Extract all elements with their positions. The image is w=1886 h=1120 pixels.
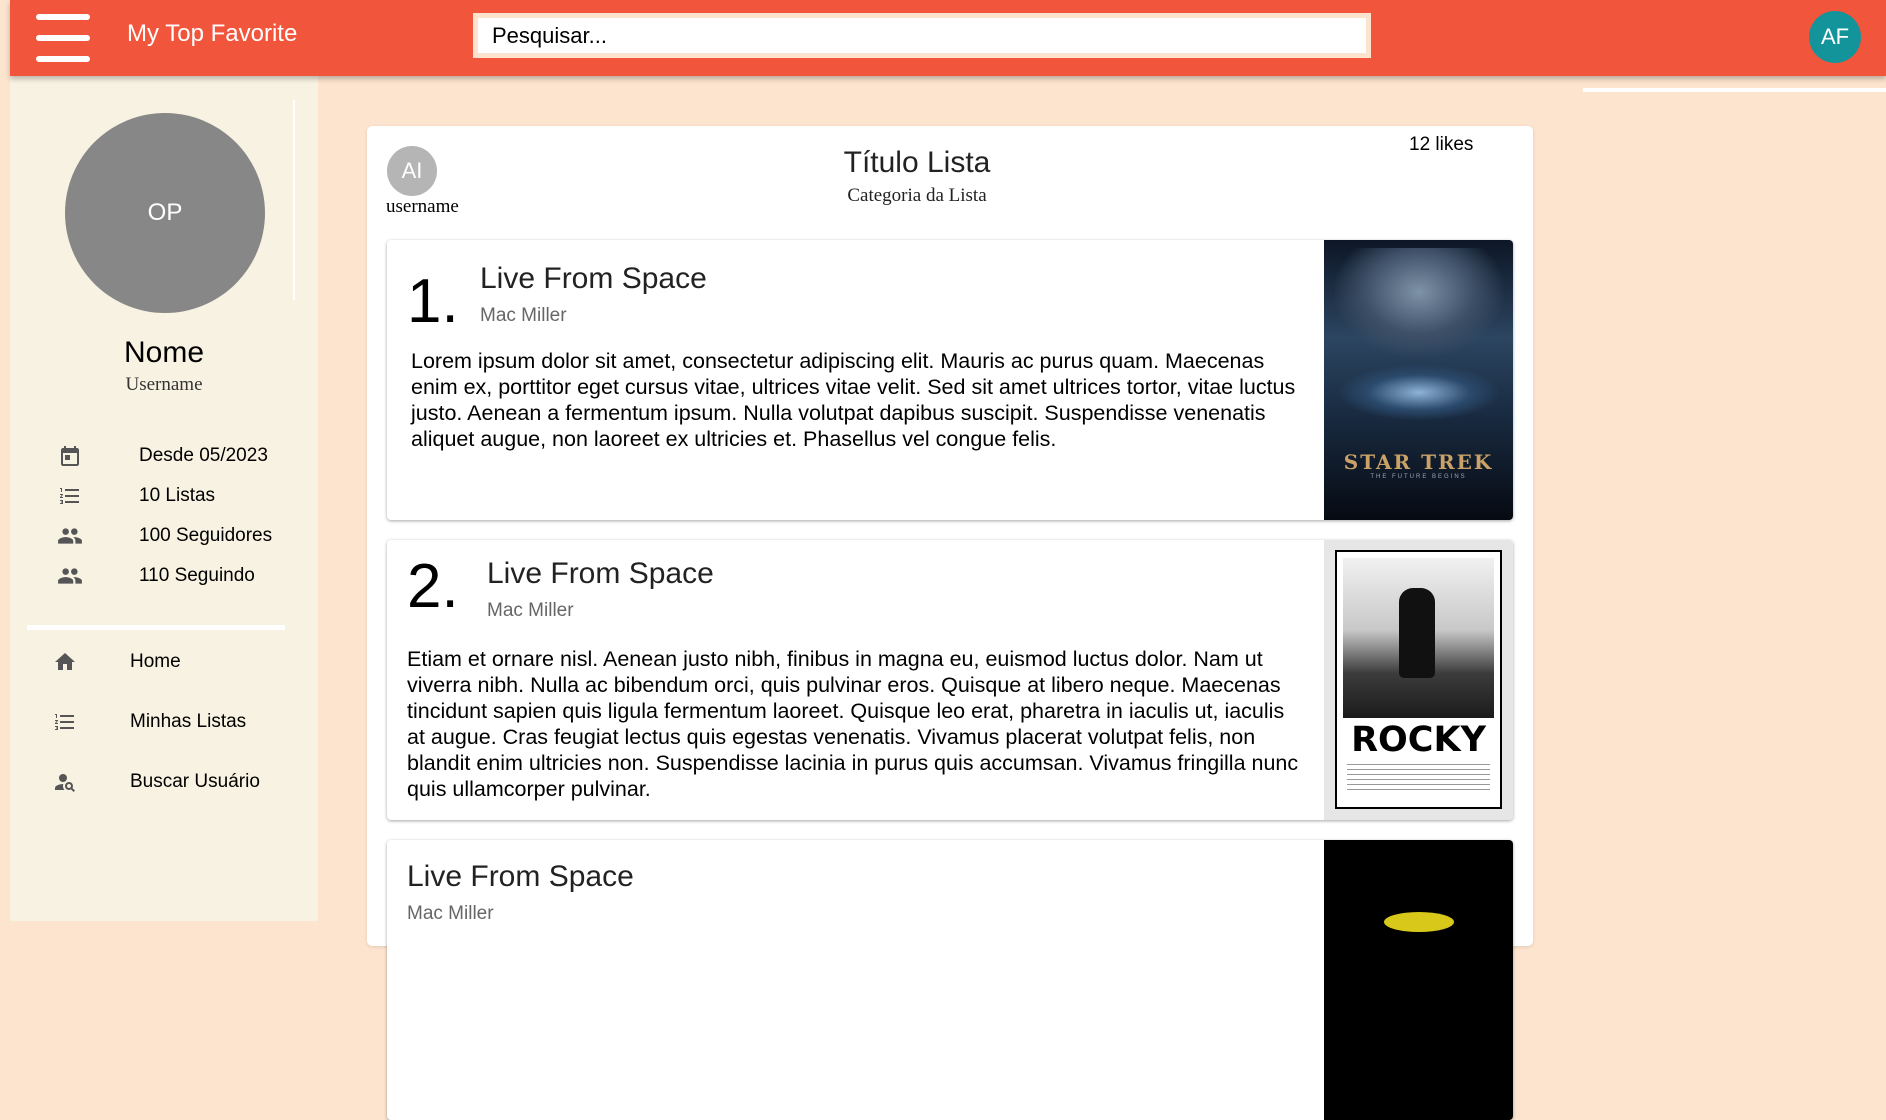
calendar-icon (55, 441, 85, 471)
people-icon (55, 561, 85, 591)
poster-figure (1399, 588, 1435, 678)
stat-label: Desde 05/2023 (139, 445, 268, 466)
stat-following: 110 Seguindo (55, 561, 255, 591)
home-icon (50, 647, 80, 677)
nav-item-home[interactable]: Home (50, 642, 310, 682)
nav-item-search-user[interactable]: Buscar Usuário (50, 762, 310, 802)
app-title[interactable]: My Top Favorite (127, 20, 297, 48)
item-artist: Mac Miller (407, 903, 494, 924)
poster-frame: ROCKY (1335, 550, 1502, 809)
stat-followers: 100 Seguidores (55, 521, 272, 551)
divider (293, 100, 295, 300)
list-item[interactable]: Live From Space Mac Miller (387, 840, 1513, 1120)
poster-title: STAR TREK (1343, 450, 1494, 474)
item-title: Live From Space (487, 557, 714, 590)
poster-credits (1347, 764, 1490, 792)
item-description: Lorem ipsum dolor sit amet, consectetur … (411, 349, 1296, 451)
profile-avatar: OP (65, 113, 265, 313)
list-item[interactable]: 2. Live From Space Mac Miller Etiam et o… (387, 540, 1513, 820)
item-artist: Mac Miller (480, 305, 567, 326)
stat-member-since: Desde 05/2023 (55, 441, 268, 471)
poster-photo (1343, 558, 1494, 718)
poster-ship (1339, 365, 1499, 420)
nav-label: Minhas Listas (130, 711, 247, 732)
people-icon (55, 521, 85, 551)
poster-image (1324, 840, 1513, 1120)
item-title: Live From Space (407, 860, 634, 893)
list-title: Título Lista (843, 146, 991, 179)
list-icon (50, 707, 80, 737)
poster-glow (1384, 912, 1454, 932)
poster-subtitle: THE FUTURE BEGINS (1370, 474, 1467, 480)
item-number: 1. (407, 267, 459, 336)
list-item[interactable]: 1. Live From Space Mac Miller Lorem ipsu… (387, 240, 1513, 520)
sidebar: OP Nome Username Desde 05/2023 10 Listas… (10, 76, 318, 921)
item-title: Live From Space (480, 262, 707, 295)
stat-label: 110 Seguindo (139, 565, 255, 586)
list-category: Categoria da Lista (847, 185, 987, 206)
profile-name: Nome (123, 336, 205, 369)
nav-item-my-lists[interactable]: Minhas Listas (50, 702, 310, 742)
divider (1583, 88, 1886, 92)
nav-label: Buscar Usuário (130, 771, 260, 792)
nav-label: Home (130, 651, 181, 672)
top-app-bar: My Top Favorite AF (10, 0, 1886, 76)
stat-label: 10 Listas (139, 485, 216, 506)
list-card: AI username Título Lista Categoria da Li… (367, 126, 1533, 1120)
item-description: Etiam et ornare nisl. Aenean justo nibh,… (407, 647, 1299, 801)
stat-label: 100 Seguidores (139, 525, 273, 546)
poster-faces (1334, 248, 1504, 358)
likes-count[interactable]: 12 likes (1409, 134, 1473, 156)
person-search-icon (50, 767, 80, 797)
profile-username: Username (125, 374, 203, 395)
search-input[interactable] (478, 18, 1366, 53)
menu-icon[interactable] (36, 14, 90, 62)
user-avatar[interactable]: AF (1809, 11, 1861, 63)
stat-lists: 10 Listas (55, 481, 215, 511)
divider (27, 625, 285, 630)
search-box (473, 13, 1371, 58)
poster-image: STAR TREK THE FUTURE BEGINS (1324, 240, 1513, 520)
list-icon (55, 481, 85, 511)
poster-title: ROCKY (1351, 720, 1486, 760)
item-number: 2. (407, 552, 459, 621)
poster-image: ROCKY (1324, 540, 1513, 820)
item-artist: Mac Miller (487, 600, 574, 621)
